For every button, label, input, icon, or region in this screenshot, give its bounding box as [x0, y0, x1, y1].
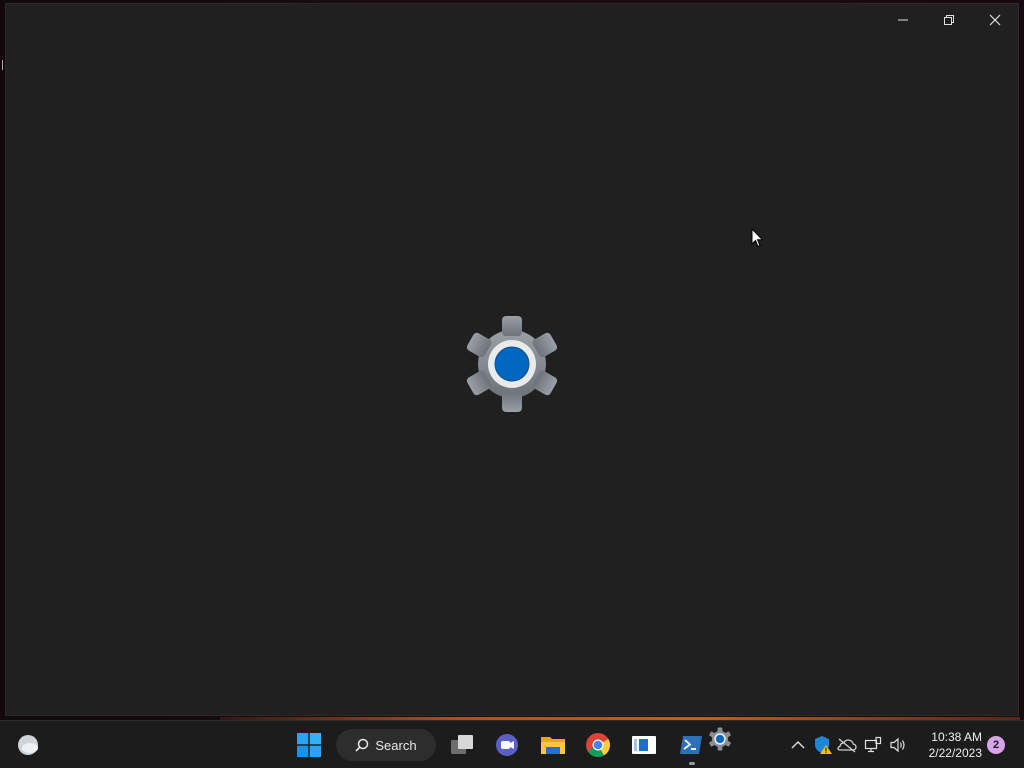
search-box[interactable]: Search — [336, 729, 436, 761]
teams-chat-button[interactable] — [489, 727, 525, 763]
clock-button[interactable]: 10:38 AM 2/22/2023 — [916, 729, 982, 761]
settings-gear-icon — [709, 727, 731, 751]
caption-buttons — [880, 4, 1018, 36]
edge-marker — [2, 60, 3, 70]
chrome-button[interactable] — [580, 727, 616, 763]
search-label: Search — [375, 737, 417, 753]
volume-tray-button[interactable] — [886, 727, 910, 763]
powershell-icon — [680, 736, 702, 754]
teams-chat-icon — [496, 734, 518, 756]
powershell-running-indicator — [689, 762, 695, 765]
weather-cloud-icon — [18, 735, 38, 755]
windows-logo-icon — [297, 733, 321, 757]
taskbar: Search 10:38 AM 2/22/2023 2 — [0, 720, 1024, 768]
settings-window — [5, 3, 1019, 716]
chrome-icon — [586, 733, 610, 758]
mouse-cursor-icon — [751, 228, 764, 248]
search-icon — [355, 738, 369, 752]
app-window-icon — [632, 736, 656, 754]
app-window-button[interactable] — [626, 727, 662, 763]
security-shield-icon — [815, 736, 832, 754]
minimize-icon — [898, 19, 908, 21]
restore-button[interactable] — [926, 4, 972, 36]
widgets-button[interactable] — [10, 727, 46, 763]
show-hidden-icons-button[interactable] — [788, 727, 808, 763]
clock-date: 2/22/2023 — [928, 746, 982, 760]
task-view-button[interactable] — [444, 727, 480, 763]
onedrive-tray-button[interactable] — [836, 727, 858, 763]
notification-count: 2 — [992, 739, 1000, 751]
network-icon — [864, 736, 882, 753]
close-button[interactable] — [972, 4, 1018, 36]
security-tray-button[interactable] — [812, 727, 834, 763]
folder-icon — [541, 737, 565, 754]
network-tray-button[interactable] — [862, 727, 884, 763]
onedrive-icon — [837, 738, 857, 753]
chevron-up-icon — [791, 741, 805, 749]
start-button[interactable] — [291, 727, 327, 763]
settings-gear-icon — [466, 316, 558, 412]
close-icon — [989, 14, 1001, 26]
clock-time: 10:38 AM — [931, 730, 982, 744]
settings-button[interactable] — [702, 721, 738, 757]
minimize-button[interactable] — [880, 4, 926, 36]
desktop: Search 10:38 AM 2/22/2023 2 — [0, 0, 1024, 768]
volume-icon — [890, 737, 905, 753]
notification-badge[interactable]: 2 — [987, 736, 1005, 754]
restore-icon — [944, 15, 954, 25]
file-explorer-button[interactable] — [535, 727, 571, 763]
task-view-icon — [451, 735, 473, 754]
